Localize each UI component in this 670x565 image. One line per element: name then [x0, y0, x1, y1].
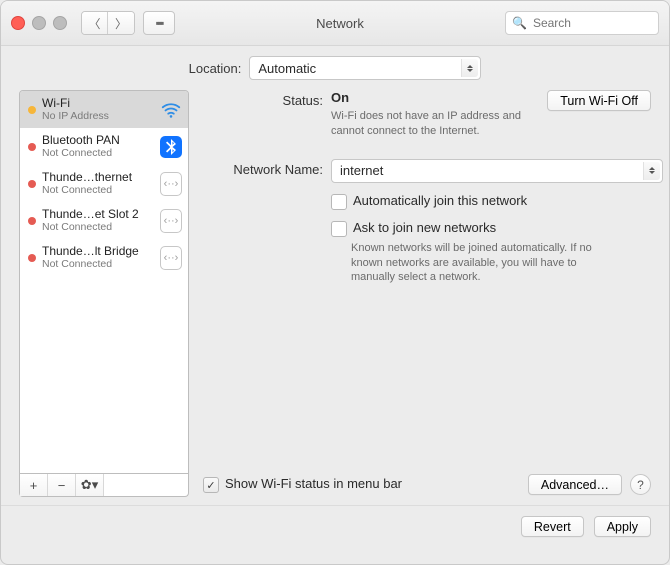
wifi-icon [160, 99, 182, 121]
status-dot-icon [28, 106, 36, 114]
detail-pane: Status: On Wi-Fi does not have an IP add… [203, 90, 651, 497]
sidebar-item-text: Wi-Fi No IP Address [42, 97, 154, 123]
grid-icon: ▪▪▪ [156, 16, 163, 30]
body: Wi-Fi No IP Address Bluetooth PAN Not Co… [1, 90, 669, 505]
sidebar-item-name: Wi-Fi [42, 97, 154, 111]
status-dot-icon [28, 217, 36, 225]
titlebar: 〈 〉 ▪▪▪ Network 🔍 [1, 1, 669, 46]
search-icon: 🔍 [512, 16, 527, 30]
forward-button[interactable]: 〉 [108, 12, 134, 34]
apply-button[interactable]: Apply [594, 516, 651, 537]
show-menubar-checkbox-row[interactable]: Show Wi-Fi status in menu bar [203, 476, 402, 493]
chevron-updown-icon [461, 59, 478, 77]
sidebar-item-wifi[interactable]: Wi-Fi No IP Address [20, 91, 188, 128]
add-interface-button[interactable]: + [20, 474, 48, 496]
toolbar-spacer [104, 474, 188, 496]
remove-interface-button[interactable]: − [48, 474, 76, 496]
footer: Revert Apply [1, 505, 669, 551]
network-name-select[interactable]: internet [331, 159, 663, 183]
location-row: Location: Automatic [1, 46, 669, 90]
location-label: Location: [189, 61, 242, 76]
chevron-left-icon: 〈 [88, 15, 100, 32]
search-field[interactable]: 🔍 [505, 11, 659, 35]
status-dot-icon [28, 254, 36, 262]
status-hint: Wi-Fi does not have an IP address and ca… [331, 109, 535, 139]
sidebar-item-bluetooth[interactable]: Bluetooth PAN Not Connected [20, 128, 188, 165]
sidebar-item-name: Thunde…thernet [42, 171, 154, 185]
ethernet-icon: ‹··› [160, 173, 182, 195]
checkbox-checked-icon[interactable] [203, 477, 219, 493]
sidebar-item-status: No IP Address [42, 110, 154, 122]
ask-join-label: Ask to join new networks [353, 220, 496, 235]
sidebar-item-thunderbolt-1[interactable]: Thunde…thernet Not Connected ‹··› [20, 165, 188, 202]
preferences-window: 〈 〉 ▪▪▪ Network 🔍 Location: Automatic [0, 0, 670, 565]
status-dot-icon [28, 143, 36, 151]
ethernet-icon: ‹··› [160, 247, 182, 269]
help-button[interactable]: ? [630, 474, 651, 495]
status-row: Status: On Wi-Fi does not have an IP add… [203, 90, 651, 139]
location-select[interactable]: Automatic [249, 56, 481, 80]
traffic-lights [11, 16, 67, 30]
sidebar-item-name: Bluetooth PAN [42, 134, 154, 148]
bluetooth-icon [160, 136, 182, 158]
sidebar-item-text: Thunde…thernet Not Connected [42, 171, 154, 197]
status-value: On [331, 90, 535, 105]
sidebar-item-status: Not Connected [42, 184, 154, 196]
turn-wifi-off-button[interactable]: Turn Wi-Fi Off [547, 90, 651, 111]
ethernet-icon: ‹··› [160, 210, 182, 232]
window-title: Network [183, 16, 497, 31]
sidebar-item-text: Bluetooth PAN Not Connected [42, 134, 154, 160]
checkbox-icon[interactable] [331, 221, 347, 237]
sidebar-item-text: Thunde…et Slot 2 Not Connected [42, 208, 154, 234]
network-name-value: internet [340, 163, 383, 178]
zoom-icon [53, 16, 67, 30]
sidebar-item-status: Not Connected [42, 221, 154, 233]
sidebar-item-thunderbolt-3[interactable]: Thunde…lt Bridge Not Connected ‹··› [20, 239, 188, 276]
sidebar-area: Wi-Fi No IP Address Bluetooth PAN Not Co… [19, 90, 189, 497]
sidebar-item-status: Not Connected [42, 147, 154, 159]
interface-actions-button[interactable]: ✿▾ [76, 474, 104, 496]
advanced-button[interactable]: Advanced… [528, 474, 622, 495]
nav-back-forward: 〈 〉 [81, 11, 135, 35]
search-input[interactable] [531, 15, 670, 31]
back-button[interactable]: 〈 [82, 12, 108, 34]
status-label: Status: [203, 90, 331, 108]
sidebar-item-text: Thunde…lt Bridge Not Connected [42, 245, 154, 271]
show-all-button[interactable]: ▪▪▪ [143, 11, 175, 35]
status-dot-icon [28, 180, 36, 188]
sidebar-item-name: Thunde…lt Bridge [42, 245, 154, 259]
network-name-label: Network Name: [203, 159, 331, 177]
minimize-icon [32, 16, 46, 30]
sidebar-item-name: Thunde…et Slot 2 [42, 208, 154, 222]
ask-join-hint: Known networks will be joined automatica… [331, 241, 621, 286]
ask-join-checkbox-row[interactable]: Ask to join new networks [331, 220, 651, 237]
menubar-row: Show Wi-Fi status in menu bar Advanced… … [203, 472, 651, 497]
interfaces-sidebar: Wi-Fi No IP Address Bluetooth PAN Not Co… [19, 90, 189, 474]
auto-join-label: Automatically join this network [353, 193, 527, 208]
auto-join-row: Automatically join this network Ask to j… [203, 189, 651, 286]
show-menubar-label: Show Wi-Fi status in menu bar [225, 476, 402, 491]
checkbox-icon[interactable] [331, 194, 347, 210]
network-name-row: Network Name: internet [203, 159, 651, 183]
close-icon[interactable] [11, 16, 25, 30]
sidebar-item-thunderbolt-2[interactable]: Thunde…et Slot 2 Not Connected ‹··› [20, 202, 188, 239]
chevron-updown-icon [643, 162, 660, 180]
revert-button[interactable]: Revert [521, 516, 584, 537]
sidebar-toolbar: + − ✿▾ [19, 474, 189, 497]
location-value: Automatic [258, 61, 316, 76]
sidebar-item-status: Not Connected [42, 258, 154, 270]
auto-join-checkbox-row[interactable]: Automatically join this network [331, 193, 651, 210]
chevron-right-icon: 〉 [115, 15, 127, 32]
